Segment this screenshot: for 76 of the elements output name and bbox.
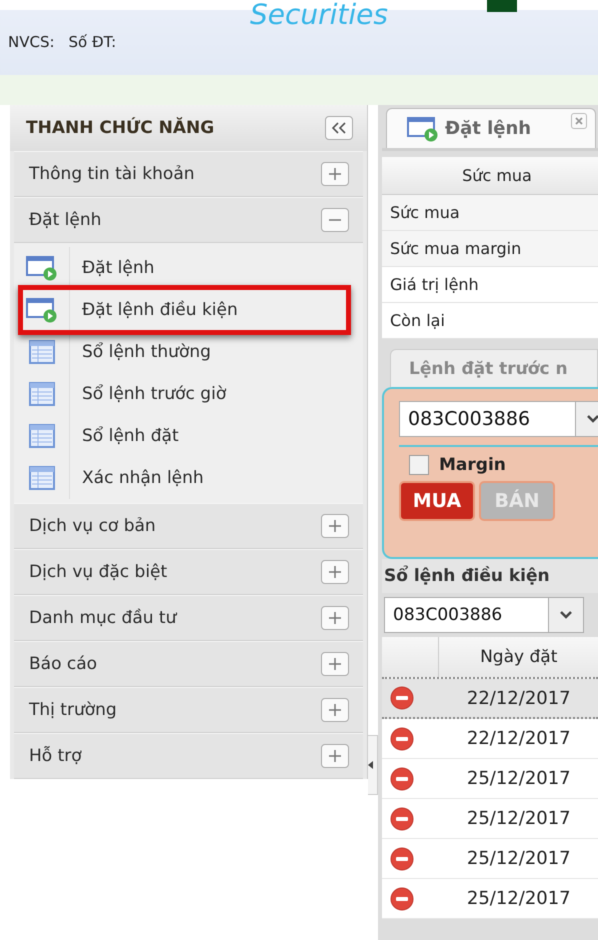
plus-icon (328, 703, 342, 717)
expand-section-button[interactable] (321, 560, 349, 584)
plus-icon (328, 565, 342, 579)
double-chevron-left-icon (332, 122, 346, 134)
sidebar-section[interactable]: Đặt lệnh (14, 197, 363, 243)
remove-icon[interactable] (390, 726, 414, 750)
side-button[interactable]: MUA (399, 481, 475, 521)
plus-icon (328, 167, 342, 181)
table-cell: Sức mua margin (382, 231, 598, 267)
plus-icon (328, 749, 342, 763)
order-row[interactable]: 25/12/2017 (382, 879, 598, 919)
table-icon (28, 382, 54, 406)
close-icon[interactable] (571, 113, 587, 129)
plus-icon (328, 519, 342, 533)
date-cell-text: 25/12/2017 (466, 808, 572, 829)
remove-icon[interactable] (390, 766, 414, 790)
window-icon (26, 297, 58, 323)
menu-item[interactable]: Sổ lệnh trước giờ (70, 384, 226, 404)
window-icon (26, 255, 58, 281)
menu-item[interactable]: Sổ lệnh thường (70, 342, 211, 362)
sidebar-section[interactable]: Dịch vụ đặc biệt (14, 549, 363, 595)
table-cell: Sức mua (382, 195, 598, 231)
date-cell-text: 22/12/2017 (466, 688, 572, 708)
date-cell-text: 25/12/2017 (466, 848, 572, 869)
menu-item[interactable]: Xác nhận lệnh (70, 468, 204, 488)
logo-mark (487, 0, 517, 12)
margin-label: Margin (439, 455, 506, 475)
sidebar-section[interactable]: Hỗ trợ (14, 733, 363, 779)
sidebar-section[interactable]: Thị trường (14, 687, 363, 733)
sidebar-title: THANH CHỨC NĂNG (26, 118, 214, 138)
plus-icon (328, 657, 342, 671)
phone-label: Số ĐT: (68, 33, 116, 51)
date-cell-text: 22/12/2017 (466, 728, 572, 749)
collapse-button[interactable] (325, 116, 353, 140)
expand-section-button[interactable] (321, 514, 349, 538)
account-select[interactable]: 083C003886 (399, 401, 598, 437)
order-row[interactable]: 25/12/2017 (382, 839, 598, 879)
chevron-down-icon (560, 611, 572, 619)
sidebar-section[interactable]: Thông tin tài khoản (14, 151, 363, 197)
brand-name: Securities (250, 0, 388, 31)
order-row[interactable]: 25/12/2017 (382, 799, 598, 839)
order-row[interactable]: 22/12/2017 (382, 719, 598, 759)
panel-toggle-handle[interactable] (368, 735, 378, 795)
remove-icon[interactable] (390, 886, 414, 910)
menu-item[interactable]: Sổ lệnh đặt (70, 426, 179, 446)
table-icon (28, 340, 54, 364)
table-icon (28, 424, 54, 448)
section-title: Sổ lệnh điều kiện (382, 559, 598, 593)
column-header: Sức mua (382, 157, 598, 195)
remove-icon[interactable] (390, 846, 414, 870)
order-row[interactable]: 22/12/2017 (382, 679, 598, 719)
order-row[interactable]: 25/12/2017 (382, 759, 598, 799)
date-cell-text: 25/12/2017 (466, 888, 572, 909)
expand-section-button[interactable] (321, 698, 349, 722)
sidebar-section[interactable]: Dịch vụ cơ bản (14, 503, 363, 549)
expand-section-button[interactable] (321, 652, 349, 676)
chevron-down-icon (587, 415, 598, 423)
date-cell-text: 25/12/2017 (466, 768, 572, 789)
expand-section-button[interactable] (321, 606, 349, 630)
account-select[interactable]: 083C003886 (384, 597, 584, 633)
expand-section-button[interactable] (321, 744, 349, 768)
menu-item[interactable]: Đặt lệnh (70, 258, 154, 278)
staff-label: NVCS: (8, 33, 55, 51)
collapse-section-button[interactable] (321, 208, 349, 232)
remove-icon[interactable] (390, 806, 414, 830)
window-icon (407, 116, 439, 142)
column-header: Ngày đặt (479, 646, 558, 669)
expand-section-button[interactable] (321, 162, 349, 186)
tab[interactable]: Đặt lệnh (386, 108, 596, 148)
table-icon (28, 466, 54, 490)
menu-item[interactable]: Đặt lệnh điều kiện (70, 300, 238, 320)
plus-icon (328, 611, 342, 625)
sidebar-section[interactable]: Báo cáo (14, 641, 363, 687)
margin-checkbox[interactable] (409, 455, 429, 475)
sidebar-section[interactable]: Danh mục đầu tư (14, 595, 363, 641)
remove-icon[interactable] (390, 686, 414, 710)
